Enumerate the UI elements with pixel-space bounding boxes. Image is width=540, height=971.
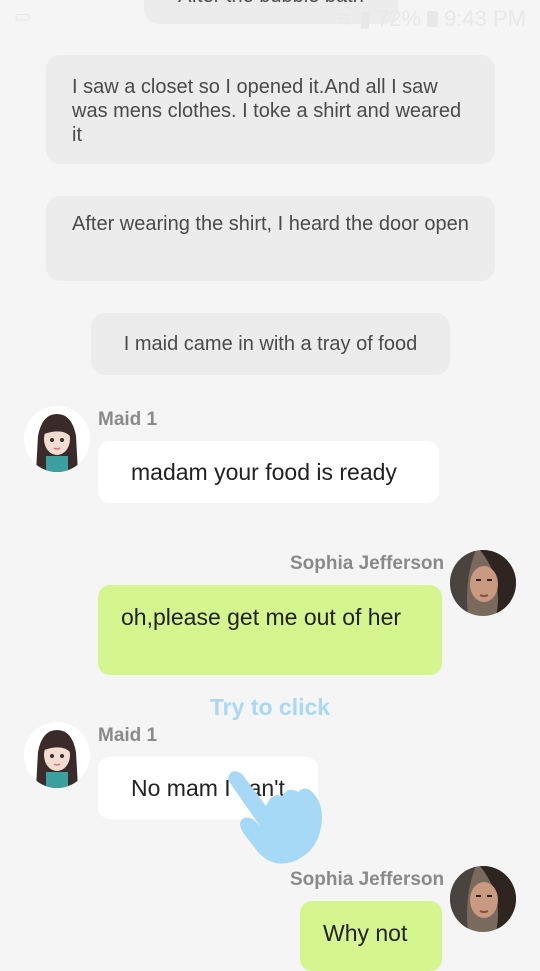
sender-name: Sophia Jefferson xyxy=(290,869,445,890)
maid-avatar-icon xyxy=(24,406,90,472)
sophia-avatar-icon xyxy=(450,866,516,932)
maid-avatar-icon xyxy=(24,722,90,788)
sender-name: Maid 1 xyxy=(98,725,158,746)
sophia-avatar xyxy=(450,550,516,616)
signal-icon: ▮ xyxy=(358,6,372,31)
sender-name: Maid 1 xyxy=(98,409,158,430)
narration-bubble: I saw a closet so I opened it.And all I … xyxy=(46,55,495,164)
message-bubble[interactable]: madam your food is ready xyxy=(98,441,439,503)
status-bar: ▭ ≋ ▮ 72% 9:43 PM xyxy=(0,0,540,38)
sophia-avatar xyxy=(450,866,516,932)
maid-avatar xyxy=(24,406,90,472)
try-to-click-hint: Try to click xyxy=(209,694,331,720)
sophia-avatar-icon xyxy=(450,550,516,616)
narration-bubble: I maid came in with a tray of food xyxy=(91,313,450,375)
sender-name: Sophia Jefferson xyxy=(290,553,445,574)
narration-bubble: After wearing the shirt, I heard the doo… xyxy=(46,196,495,281)
battery-icon xyxy=(427,11,439,27)
notification-icon: ▭ xyxy=(14,6,32,26)
tap-hand-icon xyxy=(228,771,322,864)
battery-percent: 72% xyxy=(377,6,422,31)
maid-avatar xyxy=(24,722,90,788)
clock: 9:43 PM xyxy=(444,6,526,31)
message-bubble[interactable]: Why not xyxy=(300,901,442,971)
message-bubble[interactable]: oh,please get me out of her xyxy=(98,585,442,675)
wifi-icon: ≋ xyxy=(334,6,353,31)
status-right: ≋ ▮ 72% 9:43 PM xyxy=(334,6,526,32)
